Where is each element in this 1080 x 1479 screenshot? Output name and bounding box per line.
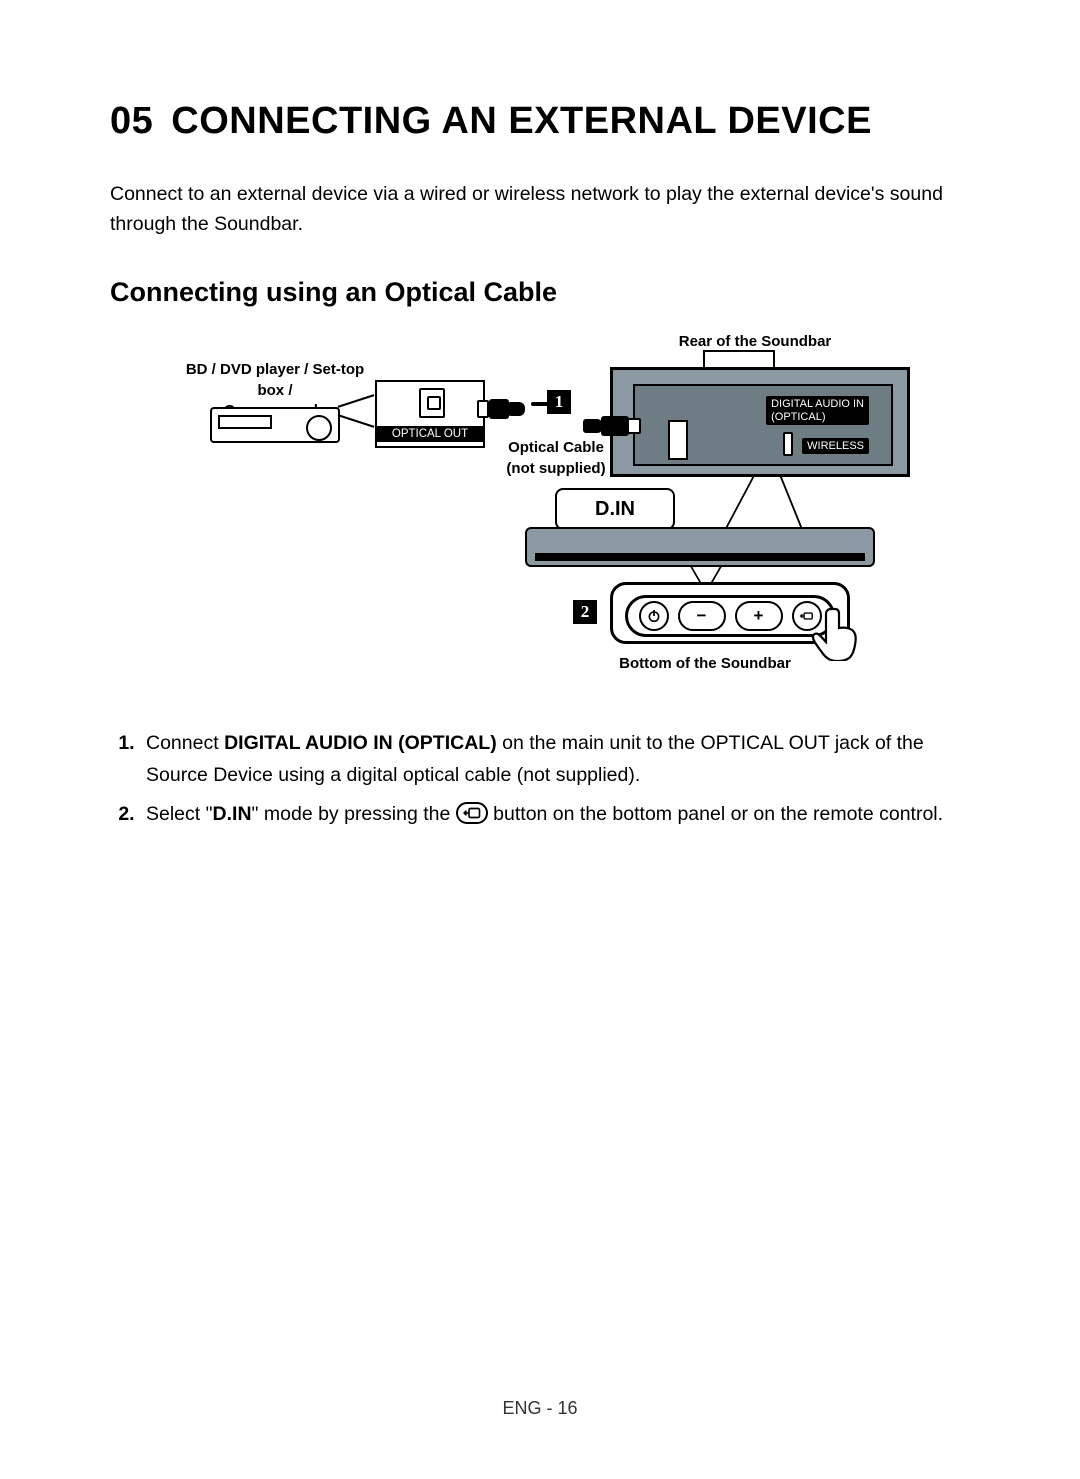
- rear-panel-inset: DIGITAL AUDIO IN (OPTICAL) WIRELESS: [633, 384, 893, 466]
- instruction-list: Connect DIGITAL AUDIO IN (OPTICAL) on th…: [110, 728, 970, 830]
- chapter-number: 05: [110, 100, 153, 143]
- soundbar-display: D.IN: [555, 488, 675, 530]
- section-subheading: Connecting using an Optical Cable: [110, 277, 970, 308]
- connection-diagram: BD / DVD player / Set-top box / Game con…: [155, 332, 925, 692]
- page-footer: ENG - 16: [0, 1398, 1080, 1419]
- step-2: Select "D.IN" mode by pressing the butto…: [140, 799, 970, 830]
- step-1: Connect DIGITAL AUDIO IN (OPTICAL) on th…: [140, 728, 970, 790]
- chapter-title: 05 CONNECTING AN EXTERNAL DEVICE: [110, 100, 970, 143]
- optical-cable-label: Optical Cable (not supplied): [491, 438, 621, 479]
- callout-line: [690, 567, 701, 583]
- display-text: D.IN: [595, 498, 635, 521]
- volume-down-button-icon: −: [678, 601, 726, 631]
- soundbar-body: [525, 527, 875, 567]
- hand-pointing-icon: [807, 601, 867, 661]
- optical-plug-right: [583, 416, 643, 436]
- volume-up-button-icon: +: [735, 601, 783, 631]
- optical-out-label: OPTICAL OUT: [377, 426, 483, 442]
- wireless-label: WIRELESS: [802, 438, 869, 454]
- source-button-inline-icon: [456, 802, 488, 824]
- step-badge-1: 1: [547, 390, 571, 414]
- soundbar-bottom-controls: − +: [610, 582, 850, 644]
- digital-audio-in-label: DIGITAL AUDIO IN (OPTICAL): [766, 396, 869, 424]
- optical-jack-icon: [419, 388, 445, 418]
- step-badge-2: 2: [573, 600, 597, 624]
- callout-line: [703, 350, 775, 352]
- optical-plug-left: [477, 400, 525, 418]
- chapter-title-text: CONNECTING AN EXTERNAL DEVICE: [171, 100, 872, 142]
- optical-out-port: OPTICAL OUT: [375, 380, 485, 448]
- power-button-icon: [639, 601, 669, 631]
- intro-paragraph: Connect to an external device via a wire…: [110, 179, 970, 239]
- callout-line: [710, 567, 721, 583]
- callout-line: [780, 477, 802, 527]
- callout-line: [726, 477, 755, 527]
- wireless-port-icon: [783, 432, 793, 456]
- callout-line: [773, 350, 775, 368]
- bottom-soundbar-label: Bottom of the Soundbar: [595, 654, 815, 674]
- callout-line: [703, 350, 705, 368]
- optical-in-slot: [668, 420, 688, 460]
- source-device-illustration: [210, 407, 340, 443]
- soundbar-rear-panel: DIGITAL AUDIO IN (OPTICAL) WIRELESS: [610, 367, 910, 477]
